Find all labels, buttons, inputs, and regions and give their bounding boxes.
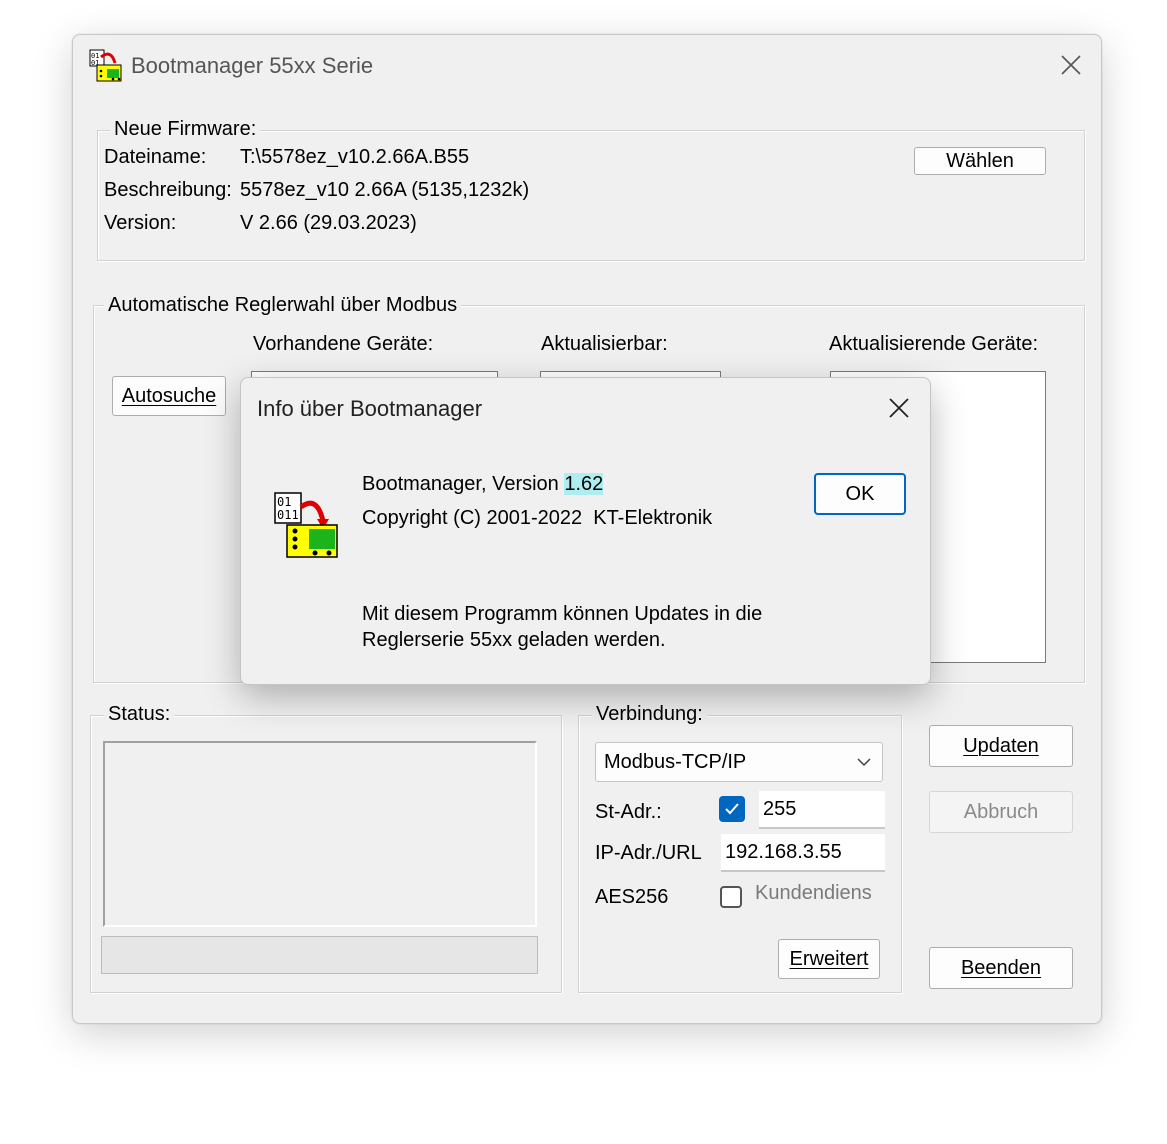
ip-label: IP-Adr./URL — [595, 842, 702, 864]
abort-button[interactable]: Abbruch — [929, 791, 1073, 833]
filename-value: T:\5578ez_v10.2.66A.B55 — [240, 146, 470, 168]
exit-button-label: Beenden — [960, 956, 1042, 979]
about-description-line1: Mit diesem Programm können Updates in di… — [362, 603, 763, 625]
close-icon[interactable] — [879, 390, 919, 426]
advanced-button-label: Erweitert — [789, 947, 869, 970]
ip-address-input[interactable]: 192.168.3.55 — [721, 834, 885, 872]
protocol-select[interactable]: Modbus-TCP/IP — [595, 742, 883, 782]
version-value: V 2.66 (29.03.2023) — [240, 212, 417, 234]
exit-button[interactable]: Beenden — [929, 947, 1073, 989]
about-dialog-title: Info über Bootmanager — [257, 396, 483, 421]
about-description-line2: Reglerserie 55xx geladen werden. — [362, 629, 666, 651]
status-log — [103, 741, 537, 927]
progress-bar — [101, 936, 538, 974]
updatable-label: Aktualisierbar: — [541, 333, 668, 355]
auto-select-group-title: Automatische Reglerwahl über Modbus — [104, 294, 462, 317]
station-address-input[interactable]: 255 — [759, 791, 885, 829]
ok-button[interactable]: OK — [814, 473, 906, 515]
version-label: Version: — [104, 212, 177, 234]
aes-label: AES256 — [595, 886, 669, 908]
svg-text:011: 011 — [277, 508, 299, 522]
update-button-label: Updaten — [963, 734, 1039, 757]
app-icon: 01 011 — [273, 491, 339, 559]
existing-devices-label: Vorhandene Geräte: — [253, 333, 434, 355]
about-version-prefix: Bootmanager, Version — [362, 473, 565, 495]
svg-text:01: 01 — [277, 495, 291, 509]
check-icon — [725, 803, 739, 815]
firmware-group-title: Neue Firmware: — [110, 118, 261, 141]
advanced-button[interactable]: Erweitert — [778, 939, 880, 979]
about-version-line: Bootmanager, Version 1.62 — [362, 473, 604, 496]
protocol-select-value: Modbus-TCP/IP — [604, 751, 747, 773]
filename-label: Dateiname: — [104, 146, 207, 168]
aes-checkbox[interactable] — [720, 886, 742, 908]
aes-option-label: Kundendiens — [755, 882, 872, 904]
window-title: Bootmanager 55xx Serie — [131, 53, 374, 78]
autosearch-button-label: Autosuche — [121, 384, 217, 407]
status-group-title: Status: — [104, 703, 175, 726]
update-button[interactable]: Updaten — [929, 725, 1073, 767]
about-dialog: Info über Bootmanager 01 011 Bootmanager… — [240, 377, 931, 685]
choose-button[interactable]: Wählen — [914, 147, 1046, 175]
description-label: Beschreibung: — [104, 179, 232, 201]
description-value: 5578ez_v10 2.66A (5135,1232k) — [240, 179, 530, 201]
station-label: St-Adr.: — [595, 801, 662, 823]
about-version-number: 1.62 — [564, 473, 604, 495]
close-icon[interactable] — [1051, 47, 1091, 83]
about-copyright: Copyright (C) 2001-2022 KT-Elektronik — [362, 507, 713, 529]
station-checkbox[interactable] — [719, 796, 745, 822]
to-update-label: Aktualisierende Geräte: — [829, 333, 1039, 355]
autosearch-button[interactable]: Autosuche — [112, 376, 226, 416]
connection-group-title: Verbindung: — [592, 703, 707, 726]
chevron-down-icon — [856, 755, 872, 774]
app-icon: 01 01 — [89, 49, 123, 83]
